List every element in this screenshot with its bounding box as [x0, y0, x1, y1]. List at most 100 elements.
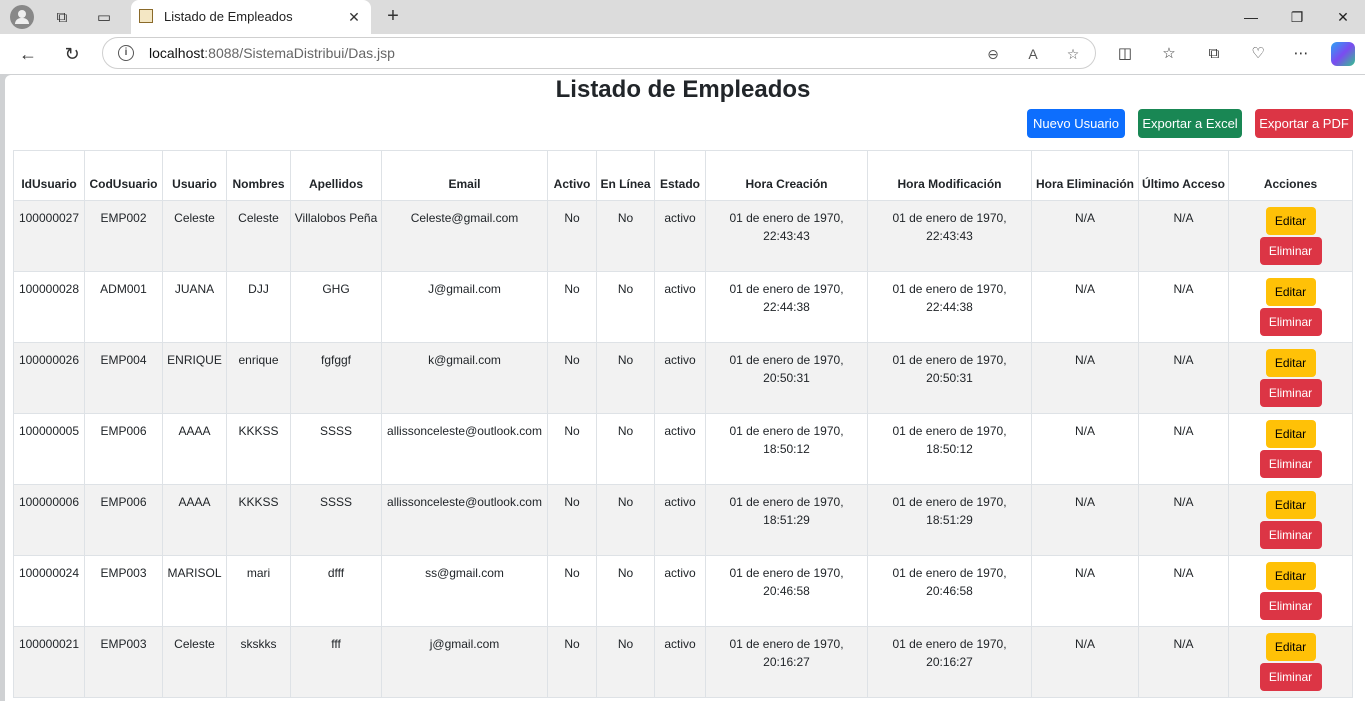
tab-actions-icon[interactable]: ▭	[94, 7, 114, 27]
table-row: 100000028 ADM001 JUANA DJJ GHG J@gmail.com No N…	[13, 271, 1353, 343]
delete-button[interactable]: Eliminar	[1259, 308, 1322, 336]
table-cell: No	[547, 555, 597, 627]
table-cell: Celeste	[226, 200, 291, 272]
table-cell: 01 de enero de 1970, 20:50:31	[867, 342, 1032, 414]
url-text[interactable]: localhost:8088/SistemaDistribui/Das.jsp	[149, 45, 395, 61]
table-cell: ss@gmail.com	[381, 555, 548, 627]
table-cell: 01 de enero de 1970, 20:16:27	[867, 626, 1032, 698]
refresh-icon[interactable]: ↻	[61, 43, 83, 65]
table-cell: EMP003	[84, 555, 163, 627]
table-cell: EMP006	[84, 413, 163, 485]
collections-icon[interactable]: ⧉	[1203, 43, 1225, 65]
table-cell: No	[547, 200, 597, 272]
table-cell: EMP002	[84, 200, 163, 272]
tab-title: Listado de Empleados	[164, 9, 293, 24]
favorite-star-icon[interactable]: ☆	[1063, 44, 1083, 64]
page-title: Listado de Empleados	[555, 76, 811, 103]
favorites-icon[interactable]: ☆	[1158, 43, 1180, 65]
table-cell: No	[547, 484, 597, 556]
table-row: 100000027 EMP002 Celeste Celeste Villalobos …	[13, 200, 1353, 272]
edit-button[interactable]: Editar	[1265, 278, 1316, 306]
table-cell: No	[547, 413, 597, 485]
table-cell: N/A	[1138, 271, 1229, 343]
site-info-icon[interactable]: i	[118, 45, 134, 61]
edit-button[interactable]: Editar	[1265, 491, 1316, 519]
page-content: Listado de Empleados Nuevo Usuario Expor…	[5, 75, 1365, 701]
table-cell: N/A	[1138, 200, 1229, 272]
column-header: Último Acceso	[1138, 150, 1229, 201]
new-user-button[interactable]: Nuevo Usuario	[1027, 109, 1125, 138]
actions-cell: Editar Eliminar	[1228, 484, 1353, 556]
table-cell: No	[596, 200, 655, 272]
table-cell: GHG	[290, 271, 382, 343]
table-cell: SSSS	[290, 413, 382, 485]
edit-button[interactable]: Editar	[1265, 420, 1316, 448]
browser-tab[interactable]: Listado de Empleados ✕	[131, 0, 371, 34]
edit-button[interactable]: Editar	[1265, 207, 1316, 235]
table-cell: N/A	[1031, 555, 1139, 627]
close-tab-icon[interactable]: ✕	[345, 8, 363, 26]
back-icon[interactable]: ←	[17, 43, 39, 65]
table-cell: 100000026	[13, 342, 85, 414]
table-cell: Celeste@gmail.com	[381, 200, 548, 272]
workspaces-icon[interactable]: ⧉	[52, 7, 72, 27]
profile-icon[interactable]	[10, 5, 34, 29]
browser-essentials-icon[interactable]: ♡	[1247, 43, 1269, 65]
table-cell: N/A	[1138, 342, 1229, 414]
table-cell: No	[547, 342, 597, 414]
new-tab-button[interactable]: +	[382, 5, 404, 27]
table-cell: 100000028	[13, 271, 85, 343]
split-screen-icon[interactable]: ◫	[1114, 43, 1136, 65]
table-cell: 100000027	[13, 200, 85, 272]
table-cell: 01 de enero de 1970, 22:43:43	[705, 200, 868, 272]
table-cell: No	[547, 626, 597, 698]
actions-cell: Editar Eliminar	[1228, 413, 1353, 485]
table-cell: EMP003	[84, 626, 163, 698]
table-cell: AAAA	[162, 413, 227, 485]
table-cell: Villalobos Peña	[290, 200, 382, 272]
table-cell: MARISOL	[162, 555, 227, 627]
table-cell: No	[547, 271, 597, 343]
table-cell: 01 de enero de 1970, 20:50:31	[705, 342, 868, 414]
table-cell: enrique	[226, 342, 291, 414]
column-header: CodUsuario	[84, 150, 163, 201]
table-cell: k@gmail.com	[381, 342, 548, 414]
table-cell: ENRIQUE	[162, 342, 227, 414]
more-menu-icon[interactable]: ⋯	[1290, 43, 1312, 65]
restore-icon[interactable]: ❐	[1287, 8, 1307, 26]
zoom-icon[interactable]: ⊖	[983, 44, 1003, 64]
table-cell: 01 de enero de 1970, 22:44:38	[867, 271, 1032, 343]
delete-button[interactable]: Eliminar	[1259, 521, 1322, 549]
table-cell: EMP006	[84, 484, 163, 556]
delete-button[interactable]: Eliminar	[1259, 663, 1322, 691]
address-bar[interactable]: i localhost:8088/SistemaDistribui/Das.js…	[102, 37, 1096, 69]
table-cell: No	[596, 413, 655, 485]
browser-toolbar: ← ↻ i localhost:8088/SistemaDistribui/Da…	[0, 34, 1365, 74]
export-excel-button[interactable]: Exportar a Excel	[1138, 109, 1242, 138]
column-header: Usuario	[162, 150, 227, 201]
delete-button[interactable]: Eliminar	[1259, 450, 1322, 478]
table-cell: fff	[290, 626, 382, 698]
delete-button[interactable]: Eliminar	[1259, 379, 1322, 407]
edit-button[interactable]: Editar	[1265, 349, 1316, 377]
table-cell: activo	[654, 626, 706, 698]
edit-button[interactable]: Editar	[1265, 633, 1316, 661]
table-cell: Celeste	[162, 200, 227, 272]
table-cell: N/A	[1138, 413, 1229, 485]
delete-button[interactable]: Eliminar	[1259, 592, 1322, 620]
column-header: Nombres	[226, 150, 291, 201]
table-cell: No	[596, 342, 655, 414]
delete-button[interactable]: Eliminar	[1259, 237, 1322, 265]
read-aloud-icon[interactable]: A	[1023, 44, 1043, 64]
table-cell: 01 de enero de 1970, 22:43:43	[867, 200, 1032, 272]
copilot-icon[interactable]	[1331, 42, 1355, 66]
table-cell: DJJ	[226, 271, 291, 343]
export-pdf-button[interactable]: Exportar a PDF	[1255, 109, 1353, 138]
window-close-icon[interactable]: ✕	[1333, 8, 1353, 26]
table-cell: 01 de enero de 1970, 18:51:29	[867, 484, 1032, 556]
edit-button[interactable]: Editar	[1265, 562, 1316, 590]
table-cell: 01 de enero de 1970, 18:51:29	[705, 484, 868, 556]
table-cell: N/A	[1138, 555, 1229, 627]
minimize-icon[interactable]: —	[1241, 8, 1261, 26]
table-row: 100000006 EMP006 AAAA KKKSS SSSS allissoncele…	[13, 484, 1353, 556]
